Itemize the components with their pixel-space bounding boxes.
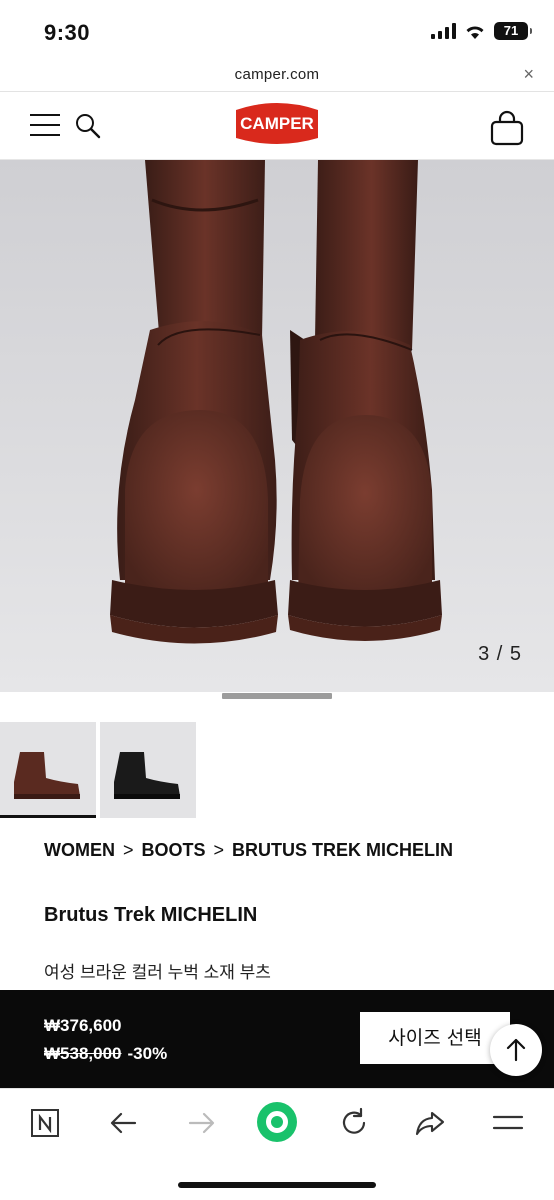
breadcrumb-women[interactable]: WOMEN — [44, 840, 115, 861]
price-original: ₩538,000 — [44, 1044, 122, 1063]
menu-lines-icon[interactable] — [490, 1105, 526, 1141]
select-size-button[interactable]: 사이즈 선택 — [360, 1012, 510, 1064]
color-thumbnails — [0, 722, 196, 820]
breadcrumb-boots[interactable]: BOOTS — [142, 840, 206, 861]
back-arrow-icon[interactable] — [106, 1105, 142, 1141]
forward-arrow-icon[interactable] — [183, 1105, 219, 1141]
refresh-icon[interactable] — [336, 1105, 372, 1141]
thumbnail-brown[interactable] — [0, 722, 96, 818]
price-current: ₩376,600 — [44, 1016, 122, 1035]
status-icons: 71 — [431, 22, 532, 40]
product-description: 여성 브라운 컬러 누벅 소재 부츠 — [44, 963, 271, 982]
scroll-to-top-button[interactable] — [490, 1024, 542, 1076]
close-icon[interactable]: × — [523, 64, 534, 85]
url-bar[interactable]: camper.com × — [0, 60, 554, 92]
menu-icon[interactable] — [30, 114, 60, 138]
breadcrumb-separator: > — [213, 840, 225, 860]
price-discount-row: ₩538,000 -30% — [44, 1044, 167, 1064]
breadcrumb: WOMEN > BOOTS > BRUTUS TREK MICHELIN — [44, 840, 453, 861]
logo-text: CAMPER — [240, 114, 314, 133]
url-text[interactable]: camper.com — [0, 66, 554, 83]
thumbnail-black[interactable] — [100, 722, 196, 818]
image-scroll-indicator — [222, 693, 332, 699]
cellular-signal-icon — [431, 23, 456, 39]
wifi-icon — [466, 25, 484, 39]
home-indicator — [178, 1182, 376, 1188]
discount-badge: -30% — [127, 1044, 168, 1063]
search-icon[interactable] — [74, 112, 102, 140]
site-header: CAMPER — [0, 92, 554, 160]
share-icon[interactable] — [412, 1105, 448, 1141]
boots-image — [0, 160, 554, 692]
breadcrumb-separator: > — [123, 840, 134, 860]
status-bar: 9:30 71 — [0, 0, 554, 60]
shopping-bag-icon[interactable] — [490, 110, 524, 146]
product-image[interactable]: 3 / 5 — [0, 160, 554, 692]
breadcrumb-product[interactable]: BRUTUS TREK MICHELIN — [232, 840, 453, 861]
naver-home-icon[interactable] — [28, 1105, 64, 1141]
status-time: 9:30 — [44, 20, 91, 45]
green-dot-icon[interactable] — [256, 1101, 298, 1143]
price-bar: ₩376,600 ₩538,000 -30% 사이즈 선택 — [0, 990, 554, 1088]
image-counter: 3 / 5 — [478, 643, 522, 665]
product-name: Brutus Trek MICHELIN — [44, 904, 258, 926]
battery-icon: 71 — [494, 22, 532, 40]
arrow-up-icon — [506, 1038, 526, 1062]
camper-logo[interactable]: CAMPER — [234, 98, 320, 148]
browser-toolbar — [0, 1088, 554, 1200]
